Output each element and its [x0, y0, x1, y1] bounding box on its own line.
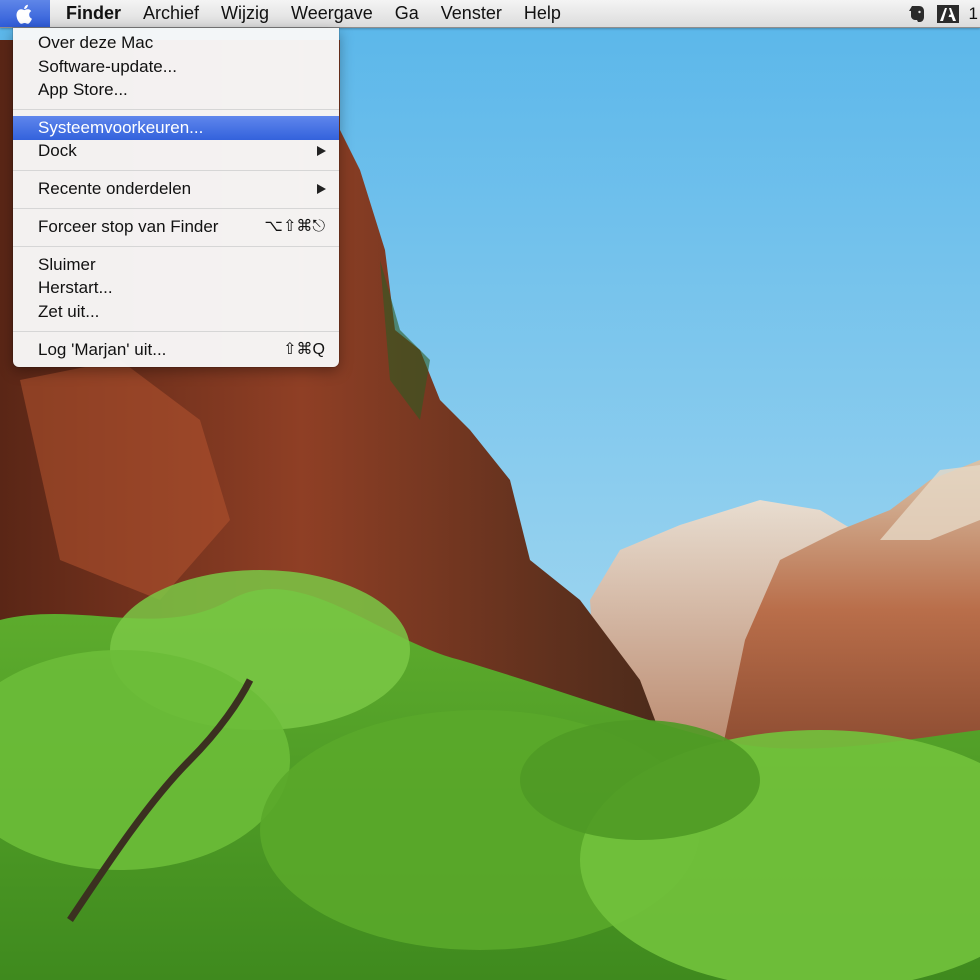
menu-item-sluimer[interactable]: Sluimer	[13, 253, 339, 277]
menu-item-systeemvoorkeuren[interactable]: Systeemvoorkeuren...	[13, 116, 339, 140]
keyboard-shortcut: ⇧⌘Q	[283, 341, 325, 358]
adobe-icon[interactable]	[936, 0, 959, 27]
menu-item-recente-onderdelen[interactable]: Recente onderdelen	[13, 177, 339, 201]
menu-item-app-store[interactable]: App Store...	[13, 78, 339, 102]
evernote-elephant-icon[interactable]	[907, 0, 927, 27]
menu-venster[interactable]: Venster	[430, 0, 513, 27]
apple-menu-button[interactable]	[0, 0, 50, 27]
menu-separator	[13, 109, 339, 110]
menu-finder[interactable]: Finder	[50, 0, 132, 27]
apple-logo-icon	[16, 4, 32, 24]
menu-item-label: App Store...	[38, 80, 128, 99]
menu-item-label: Log 'Marjan' uit...	[38, 340, 167, 359]
menu-item-label: Software-update...	[38, 57, 177, 76]
menu-help[interactable]: Help	[513, 0, 572, 27]
menu-separator	[13, 170, 339, 171]
menu-item-label: Over deze Mac	[38, 33, 154, 52]
menu-item-herstart[interactable]: Herstart...	[13, 276, 339, 300]
menu-item-zet-uit[interactable]: Zet uit...	[13, 300, 339, 324]
submenu-arrow-icon	[317, 184, 326, 194]
menu-item-label: Recente onderdelen	[38, 179, 192, 198]
menu-item-label: Herstart...	[38, 278, 113, 297]
menu-wijzig[interactable]: Wijzig	[210, 0, 280, 27]
menu-item-forceer-stop[interactable]: Forceer stop van Finder ⌥⇧⌘⎋	[13, 215, 339, 239]
menu-weergave[interactable]: Weergave	[280, 0, 384, 27]
submenu-arrow-icon	[317, 146, 326, 156]
menu-item-label: Systeemvoorkeuren...	[38, 118, 204, 137]
menu-item-label: Forceer stop van Finder	[38, 217, 219, 236]
menu-item-log-uit[interactable]: Log 'Marjan' uit... ⇧⌘Q	[13, 338, 339, 362]
menu-item-label: Zet uit...	[38, 302, 100, 321]
menu-item-label: Sluimer	[38, 255, 96, 274]
keyboard-shortcut: ⌥⇧⌘⎋	[264, 218, 326, 235]
menu-item-software-update[interactable]: Software-update...	[13, 55, 339, 79]
menu-separator	[13, 208, 339, 209]
menu-item-dock[interactable]: Dock	[13, 139, 339, 163]
menu-bar: Finder Archief Wijzig Weergave Ga Venste…	[0, 0, 980, 28]
menu-item-over-deze-mac[interactable]: Over deze Mac	[13, 31, 339, 55]
menu-item-label: Dock	[38, 141, 77, 160]
menu-archief[interactable]: Archief	[132, 0, 210, 27]
status-clipped-text: 1	[968, 4, 978, 23]
menu-separator	[13, 246, 339, 247]
status-area: 1	[907, 0, 980, 27]
menu-ga[interactable]: Ga	[384, 0, 430, 27]
menu-separator	[13, 331, 339, 332]
apple-dropdown-menu: Over deze Mac Software-update... App Sto…	[13, 28, 339, 367]
